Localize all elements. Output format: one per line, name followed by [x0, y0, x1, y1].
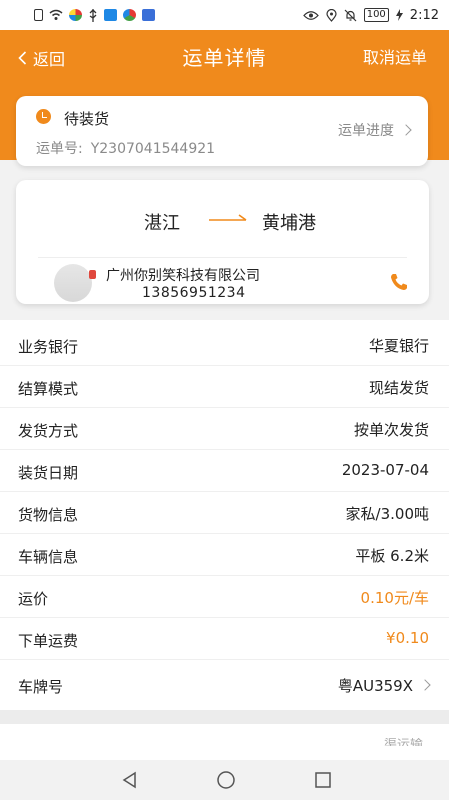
eye-icon	[302, 10, 319, 20]
location-icon	[326, 8, 337, 22]
chevron-right-icon	[400, 124, 412, 136]
chevron-right-icon	[419, 679, 431, 691]
detail-label: 发货方式	[18, 422, 79, 440]
detail-label: 车辆信息	[18, 548, 79, 566]
app-icon	[123, 9, 136, 21]
section-gap	[0, 710, 449, 724]
detail-label: 货物信息	[18, 506, 79, 524]
cancel-waybill-button[interactable]: 取消运单	[363, 44, 427, 68]
detail-value: 平板 6.2米	[355, 547, 429, 565]
detail-value: 0.10元/车	[360, 589, 429, 607]
recent-apps-icon[interactable]	[313, 770, 333, 790]
company-name: 广州你别笑科技有限公司	[106, 268, 260, 284]
nav-bar: 返回 运单详情 取消运单	[0, 30, 449, 82]
detail-row-settlement: 结算模式 现结发货	[0, 366, 449, 408]
waybill-number-line: 运单号: Y2307041544921	[36, 138, 223, 158]
detail-value: 2023-07-04	[341, 461, 429, 479]
status-bar-right-icons: 100 2:12	[302, 7, 439, 23]
home-circle-icon[interactable]	[216, 770, 236, 790]
detail-row-vehicle: 车辆信息 平板 6.2米	[0, 534, 449, 576]
detail-label: 结算模式	[18, 380, 79, 398]
phone-icon[interactable]	[389, 272, 409, 292]
app-icon	[104, 9, 117, 21]
app-icon	[69, 9, 82, 21]
mute-icon	[344, 9, 357, 21]
waybill-number-label: 运单号:	[36, 141, 83, 157]
wifi-icon	[49, 9, 63, 20]
waybill-status-card: 待装货 运单号: Y2307041544921 运单进度	[16, 96, 428, 166]
detail-row-order-fee: 下单运费 ¥0.10	[0, 618, 449, 660]
detail-label: 装货日期	[18, 464, 79, 482]
system-navigation-bar	[0, 760, 449, 800]
destination-city: 黄埔港	[262, 213, 316, 234]
detail-value: ¥0.10	[386, 629, 429, 647]
detail-row-price: 运价 0.10元/车	[0, 576, 449, 618]
chevron-left-icon	[18, 51, 27, 65]
detail-label: 业务银行	[18, 338, 79, 356]
phone-number: 13856951234	[142, 285, 246, 301]
details-list: 业务银行 华夏银行 结算模式 现结发货 发货方式 按单次发货 装货日期 2023…	[0, 320, 449, 710]
back-triangle-icon[interactable]	[120, 770, 140, 790]
detail-row-shipping-method: 发货方式 按单次发货	[0, 408, 449, 450]
detail-row-bank: 业务银行 华夏银行	[0, 324, 449, 366]
status-bar: 100 2:12	[0, 0, 449, 30]
detail-row-cargo: 货物信息 家私/3.00吨	[0, 492, 449, 534]
app-icon	[142, 9, 155, 21]
back-label: 返回	[33, 50, 66, 69]
partially-visible-text: 渠运输	[383, 738, 423, 746]
avatar	[54, 264, 96, 302]
status-bar-left-icons	[34, 8, 155, 22]
back-button[interactable]: 返回	[18, 46, 65, 70]
divider	[38, 257, 407, 258]
route-card: 湛江 黄埔港 广州你别笑科技有限公司 13856951234	[16, 180, 429, 304]
detail-value: 粤AU359X	[337, 677, 413, 695]
detail-row-plate-number[interactable]: 车牌号 粤AU359X	[0, 664, 449, 706]
status-time: 2:12	[409, 7, 439, 23]
bottom-panel: 渠运输	[0, 724, 449, 760]
battery-icon: 100	[363, 8, 389, 22]
detail-label: 车牌号	[18, 678, 64, 696]
origin-city: 湛江	[144, 213, 180, 234]
detail-label: 下单运费	[18, 632, 79, 650]
usb-icon	[89, 8, 97, 22]
waybill-status: 待装货	[64, 110, 110, 128]
waybill-number: Y2307041544921	[90, 141, 216, 157]
charging-icon	[395, 9, 403, 21]
detail-row-loading-date: 装货日期 2023-07-04	[0, 450, 449, 492]
waybill-progress-label: 运单进度	[338, 123, 394, 139]
detail-label: 运价	[18, 590, 49, 608]
detail-value: 按单次发货	[353, 421, 429, 439]
clock-icon	[36, 109, 51, 124]
waybill-progress-link[interactable]: 运单进度	[338, 120, 412, 140]
detail-value: 家私/3.00吨	[345, 505, 429, 523]
detail-value: 现结发货	[368, 379, 429, 397]
sim-icon	[34, 9, 43, 21]
detail-value: 华夏银行	[368, 337, 429, 355]
route-arrow-icon	[209, 214, 247, 221]
